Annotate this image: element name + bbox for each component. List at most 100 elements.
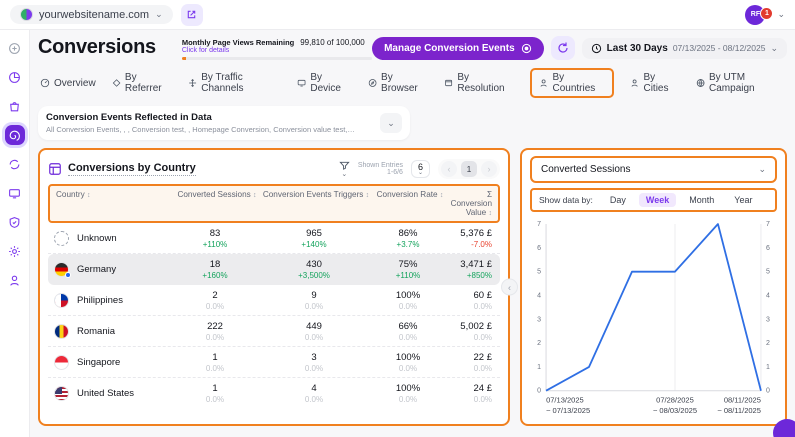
metric-select[interactable]: Converted Sessions ⌄: [530, 156, 777, 183]
flag-de-icon: [54, 262, 69, 277]
conversion-events-filter: Conversion Events Reflected in Data All …: [38, 106, 410, 140]
sidebar-item-conversions[interactable]: [5, 125, 25, 145]
sort-icon: ↕: [253, 192, 257, 199]
flag-ro-icon: [54, 324, 69, 339]
person-icon: [539, 78, 548, 88]
cell-value: 222: [172, 321, 258, 332]
account-menu[interactable]: RF 1 ⌄: [745, 5, 785, 25]
analytics-icon: [8, 71, 21, 84]
table-body: Unknown83+110%965+140%86%+3.7%5,376 £-7.…: [48, 223, 500, 409]
period-option-year[interactable]: Year: [727, 193, 759, 207]
svg-text:7: 7: [537, 221, 541, 228]
column-header-sort[interactable]: Conversion Rate ↕: [377, 190, 444, 199]
table-row-germany[interactable]: Germany18+160%430+3,500%75%+110%3,471 £+…: [48, 254, 500, 285]
column-header-sort[interactable]: Country ↕: [56, 190, 90, 199]
period-option-week[interactable]: Week: [639, 193, 676, 207]
profile-icon: [8, 274, 21, 287]
country-name: Romania: [77, 326, 115, 337]
cell-delta: -7.0%: [446, 240, 492, 249]
svg-text:~ 07/13/2025: ~ 07/13/2025: [546, 406, 590, 415]
sidebar-item-add-site[interactable]: [5, 38, 25, 58]
cell-value: 5,376 £: [446, 228, 492, 239]
table-row-philippines[interactable]: Philippines20.0%90.0%100%0.0%60 £0.0%: [48, 285, 500, 316]
tab-by-utm-campaign[interactable]: By UTM Campaign: [696, 72, 787, 94]
cell-delta: 0.0%: [370, 302, 446, 311]
period-option-day[interactable]: Day: [603, 193, 633, 207]
quota-progressbar: [182, 57, 372, 60]
sort-icon: ↕: [489, 210, 493, 217]
svg-text:5: 5: [537, 269, 541, 276]
sidebar-item-settings[interactable]: [5, 241, 25, 261]
open-site-button[interactable]: [181, 4, 203, 26]
filter-title: Conversion Events Reflected in Data: [46, 112, 356, 123]
sort-icon: ↕: [87, 192, 91, 199]
cell-delta: 0.0%: [446, 302, 492, 311]
pageviews-quota: Monthly Page Views Remaining Click for d…: [182, 38, 372, 60]
svg-text:07/28/2025: 07/28/2025: [656, 396, 694, 405]
prev-page-button[interactable]: ‹: [441, 161, 457, 177]
cell-delta: 0.0%: [370, 364, 446, 373]
table-row-united-states[interactable]: United States10.0%40.0%100%0.0%24 £0.0%: [48, 378, 500, 409]
svg-text:0: 0: [766, 388, 770, 395]
sidebar-item-funnels[interactable]: [5, 154, 25, 174]
table-filter-button[interactable]: ⌄: [339, 160, 350, 178]
column-header-sort[interactable]: Conversion Events Triggers ↕: [263, 190, 369, 199]
sidebar-item-ecommerce[interactable]: [5, 96, 25, 116]
cell-value: 5,002 £: [446, 321, 492, 332]
overview-icon: [40, 78, 50, 88]
tab-by-device[interactable]: By Device: [297, 72, 352, 94]
refresh-button[interactable]: [551, 36, 575, 60]
tab-by-countries[interactable]: By Countries: [530, 68, 614, 98]
cell-value: 430: [258, 259, 370, 270]
tab-label: By Traffic Channels: [201, 72, 281, 94]
cell-value: 3,471 £: [446, 259, 492, 270]
cell-value: 60 £: [446, 290, 492, 301]
tab-by-cities[interactable]: By Cities: [630, 72, 680, 94]
sidebar-item-security[interactable]: [5, 212, 25, 232]
chevron-down-icon: ⌄: [770, 44, 778, 53]
sidebar-item-sessions[interactable]: [5, 183, 25, 203]
show-data-by-label: Show data by:: [539, 195, 593, 205]
cell-value: 9: [258, 290, 370, 301]
flag-ph-icon: [54, 293, 69, 308]
sidebar-item-profile[interactable]: [5, 270, 25, 290]
chevron-down-icon: ⌄: [387, 119, 395, 128]
clock-icon: [591, 43, 602, 54]
site-selector[interactable]: yourwebsitename.com ⌄: [10, 5, 173, 24]
next-page-button[interactable]: ›: [481, 161, 497, 177]
chevron-down-icon: ⌄: [418, 170, 423, 176]
table-row-singapore[interactable]: Singapore10.0%30.0%100%0.0%22 £0.0%: [48, 347, 500, 378]
svg-text:7: 7: [766, 221, 770, 228]
panel-collapse-handle[interactable]: ‹: [501, 279, 518, 296]
tab-by-browser[interactable]: By Browser: [368, 72, 428, 94]
cell-value: 18: [172, 259, 258, 270]
cell-delta: 0.0%: [446, 395, 492, 404]
column-header-sort[interactable]: Converted Sessions ↕: [177, 190, 256, 199]
manage-conversion-events-button[interactable]: Manage Conversion Events: [372, 37, 544, 60]
person-icon: [630, 78, 639, 88]
tab-by-traffic-channels[interactable]: By Traffic Channels: [188, 72, 281, 94]
add-site-icon: [8, 42, 21, 55]
filter-expand-button[interactable]: ⌄: [380, 113, 402, 133]
flag-sg-icon: [54, 355, 69, 370]
page-size-select[interactable]: 6 ⌄: [411, 160, 430, 178]
tab-overview[interactable]: Overview: [40, 78, 96, 89]
funnel-icon: [339, 160, 350, 171]
funnels-icon: [8, 158, 21, 171]
column-header-sort[interactable]: Σ Conversion Value ↕: [451, 190, 492, 217]
tab-label: By Countries: [552, 72, 605, 94]
external-link-icon: [186, 9, 197, 20]
table-row-unknown[interactable]: Unknown83+110%965+140%86%+3.7%5,376 £-7.…: [48, 223, 500, 254]
date-range-picker[interactable]: Last 30 Days 07/13/2025 - 08/12/2025 ⌄: [582, 38, 787, 59]
flag-us-icon: [54, 386, 69, 401]
table-title: Conversions by Country: [68, 162, 196, 176]
cell-delta: 0.0%: [172, 364, 258, 373]
cell-delta: +3.7%: [370, 240, 446, 249]
table-row-romania[interactable]: Romania2220.0%4490.0%66%0.0%5,002 £0.0%: [48, 316, 500, 347]
sidebar-item-analytics[interactable]: [5, 67, 25, 87]
quota-details-link[interactable]: Click for details: [182, 47, 294, 54]
period-option-month[interactable]: Month: [682, 193, 721, 207]
tab-by-referrer[interactable]: By Referrer: [112, 72, 172, 94]
tab-by-resolution[interactable]: By Resolution: [444, 72, 514, 94]
cell-delta: +110%: [370, 271, 446, 280]
